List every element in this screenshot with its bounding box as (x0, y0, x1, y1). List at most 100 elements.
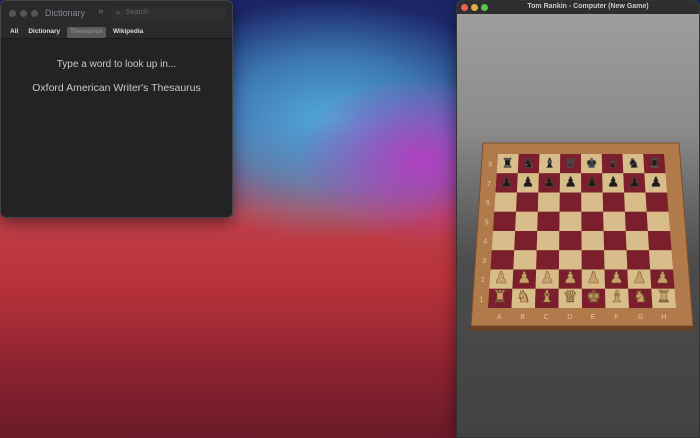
rank-label: 8 (488, 162, 492, 169)
black-pawn[interactable]: ♟ (650, 174, 663, 191)
search-icon: ⌕ (116, 8, 121, 17)
square[interactable] (559, 192, 582, 212)
square[interactable] (603, 211, 626, 231)
square[interactable] (649, 250, 673, 270)
square[interactable] (559, 231, 582, 251)
square[interactable] (645, 192, 669, 212)
rank-label: 7 (487, 181, 491, 188)
square[interactable] (536, 231, 560, 251)
rank-label: 4 (483, 239, 487, 246)
square[interactable] (494, 192, 517, 212)
rank-label: 6 (486, 200, 490, 207)
rank-label: 3 (482, 258, 486, 265)
minimize-button[interactable] (20, 10, 27, 17)
file-label: F (614, 314, 618, 321)
file-label: A (497, 314, 502, 321)
file-label: B (520, 314, 525, 321)
white-pawn[interactable]: ♟ (609, 268, 624, 288)
black-piece[interactable]: ♛ (565, 156, 577, 172)
square[interactable] (491, 231, 516, 251)
black-piece[interactable]: ♝ (544, 156, 556, 172)
square[interactable] (513, 250, 537, 270)
rank-label: 5 (485, 219, 489, 226)
file-label: G (638, 314, 643, 321)
chevron-double-right-icon[interactable]: » (98, 6, 104, 17)
white-pawn[interactable]: ♟ (517, 268, 532, 288)
white-piece[interactable]: ♚ (586, 287, 601, 307)
white-piece[interactable]: ♞ (516, 287, 531, 307)
rank-label: 2 (481, 277, 485, 284)
tab-wikipedia[interactable]: Wikipedia (110, 27, 146, 38)
black-pawn[interactable]: ♟ (628, 174, 641, 191)
white-piece[interactable]: ♜ (492, 287, 508, 307)
black-piece[interactable]: ♞ (523, 156, 535, 172)
square[interactable] (581, 250, 605, 270)
close-button[interactable] (9, 10, 16, 17)
black-piece[interactable]: ♞ (627, 156, 640, 172)
square[interactable] (602, 192, 625, 212)
white-piece[interactable]: ♞ (633, 287, 648, 307)
prompt-text: Type a word to look up in... (56, 59, 177, 70)
black-pawn[interactable]: ♟ (564, 174, 577, 191)
source-name: Oxford American Writer's Thesaurus (32, 82, 201, 94)
file-label: C (544, 314, 549, 321)
square[interactable] (646, 211, 670, 231)
white-pawn[interactable]: ♟ (655, 268, 670, 288)
white-pawn[interactable]: ♟ (540, 268, 555, 288)
square[interactable] (603, 231, 627, 251)
square[interactable] (536, 250, 560, 270)
square[interactable] (624, 192, 647, 212)
chess-window: Tom Rankin - Computer (New Game) 1234567… (456, 0, 700, 438)
square[interactable] (624, 211, 648, 231)
white-pawn[interactable]: ♟ (632, 268, 647, 288)
white-pawn[interactable]: ♟ (494, 268, 509, 288)
square[interactable] (514, 231, 538, 251)
square[interactable] (647, 231, 672, 251)
square[interactable] (558, 250, 582, 270)
square[interactable] (626, 250, 651, 270)
white-piece[interactable]: ♜ (656, 287, 671, 307)
white-piece[interactable]: ♝ (609, 287, 625, 307)
source-tabs: All Dictionary Thesaurus Wikipedia (1, 25, 232, 39)
black-pawn[interactable]: ♟ (607, 174, 620, 191)
square[interactable] (625, 231, 650, 251)
file-label: H (661, 314, 666, 321)
search-input[interactable]: ⌕ Search (112, 6, 226, 21)
black-piece[interactable]: ♝ (606, 156, 619, 172)
dictionary-titlebar: Dictionary » ⌕ Search (1, 1, 232, 25)
black-pawn[interactable]: ♟ (586, 174, 599, 191)
black-piece[interactable]: ♜ (648, 156, 661, 172)
tab-thesaurus[interactable]: Thesaurus (67, 27, 106, 38)
rank-label: 1 (480, 296, 484, 303)
square[interactable] (516, 192, 539, 212)
zoom-button[interactable] (31, 10, 38, 17)
file-label: E (591, 314, 596, 321)
black-piece[interactable]: ♚ (586, 156, 598, 172)
search-placeholder: Search (126, 9, 149, 16)
window-title: Dictionary (45, 8, 86, 18)
square[interactable] (581, 231, 605, 251)
black-pawn[interactable]: ♟ (543, 174, 556, 191)
white-pawn[interactable]: ♟ (563, 268, 578, 288)
square[interactable] (515, 211, 538, 231)
white-piece[interactable]: ♛ (563, 287, 578, 307)
dictionary-window: Dictionary » ⌕ Search All Dictionary Thes… (0, 0, 233, 218)
black-pawn[interactable]: ♟ (500, 174, 513, 191)
white-piece[interactable]: ♝ (539, 287, 554, 307)
square[interactable] (537, 192, 560, 212)
square[interactable] (559, 211, 582, 231)
square[interactable] (490, 250, 515, 270)
tab-all[interactable]: All (7, 27, 21, 38)
board-edge (471, 326, 693, 331)
chess-board[interactable]: 12345678A B C D E F G H♜ ♞ ♝ ♛ ♚ ♝ ♞ ♜♟ ♟ ♟ ♟ ♟ ♟ ♟ ♟♟ ♟ ♟ ♟ ♟ ♟ ♟ ♟… (457, 1, 700, 438)
square[interactable] (581, 192, 604, 212)
square[interactable] (493, 211, 517, 231)
square[interactable] (581, 211, 604, 231)
white-pawn[interactable]: ♟ (586, 268, 601, 288)
tab-dictionary[interactable]: Dictionary (25, 27, 63, 38)
file-label: D (567, 314, 572, 321)
black-piece[interactable]: ♜ (502, 156, 514, 172)
square[interactable] (537, 211, 560, 231)
square[interactable] (604, 250, 628, 270)
black-pawn[interactable]: ♟ (522, 174, 535, 191)
